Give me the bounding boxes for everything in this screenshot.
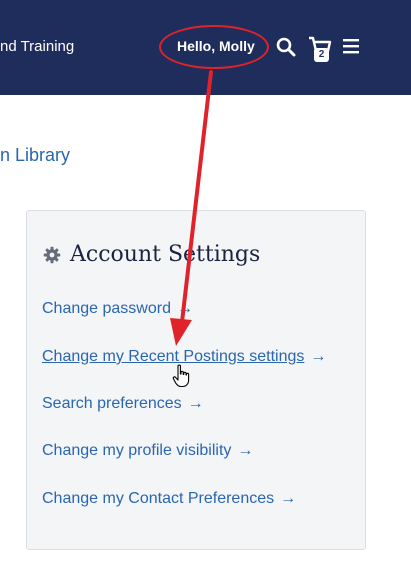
hamburger-menu-icon[interactable] (342, 38, 360, 54)
arrow-right-icon: → (237, 442, 254, 459)
link-label: Change my Contact Preferences (42, 490, 275, 507)
link-label: Change my Recent Postings settings (42, 348, 305, 365)
arrow-right-icon: → (187, 395, 204, 412)
arrow-right-icon: → (176, 300, 193, 317)
user-greeting-menu[interactable]: Hello, Molly (177, 38, 255, 54)
change-contact-preferences-link[interactable]: Change my Contact Preferences → (42, 490, 296, 508)
top-navigation-bar: nd Training Hello, Molly 2 (0, 0, 411, 95)
site-brand-text[interactable]: nd Training (0, 38, 74, 55)
link-label: Change password (42, 300, 171, 317)
cart-count-badge: 2 (314, 48, 329, 62)
link-label: Search preferences (42, 395, 182, 412)
change-profile-visibility-link[interactable]: Change my profile visibility → (42, 442, 253, 460)
search-preferences-link[interactable]: Search preferences → (42, 395, 204, 413)
account-settings-title: Account Settings (70, 242, 261, 267)
arrow-right-icon: → (280, 490, 297, 507)
library-link[interactable]: n Library (0, 145, 70, 166)
change-password-link[interactable]: Change password → (42, 300, 193, 318)
arrow-right-icon: → (310, 348, 327, 365)
hand-pointer-cursor (172, 364, 190, 388)
link-label: Change my profile visibility (42, 442, 232, 459)
search-icon[interactable] (276, 37, 296, 57)
gear-icon (43, 246, 61, 264)
